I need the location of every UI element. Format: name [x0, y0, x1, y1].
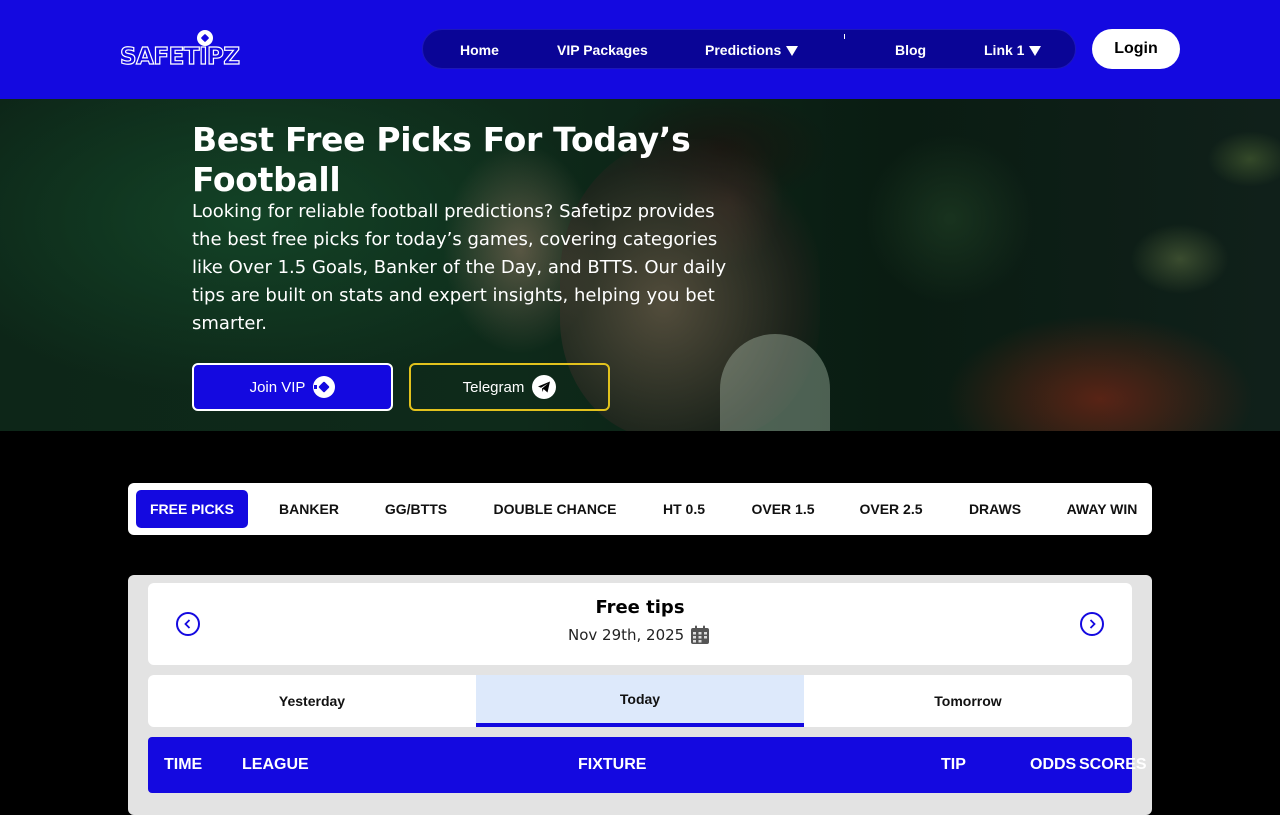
tab-double-chance[interactable]: DOUBLE CHANCE — [488, 490, 622, 528]
chevron-right-icon — [1089, 619, 1096, 629]
column-league: LEAGUE — [242, 756, 309, 773]
tab-free-picks[interactable]: FREE PICKS — [136, 490, 248, 528]
tab-today[interactable]: Today — [476, 675, 804, 727]
logo-ball-icon — [197, 30, 213, 46]
login-button[interactable]: Login — [1092, 29, 1180, 69]
nav-blog[interactable]: Blog — [895, 30, 926, 70]
hero-title: Best Free Picks For Today’s Football — [192, 120, 691, 199]
nav-divider — [844, 34, 845, 39]
tab-draws[interactable]: DRAWS — [960, 490, 1030, 528]
column-time: TIME — [164, 756, 203, 773]
join-vip-button[interactable]: Join VIP — [192, 363, 393, 411]
nav-vip-packages[interactable]: VIP Packages — [557, 30, 648, 70]
selected-date: Nov 29th, 2025 — [568, 626, 685, 644]
chevron-left-icon — [184, 619, 191, 629]
tab-over-25[interactable]: OVER 2.5 — [850, 490, 932, 528]
column-scores: SCORES — [1079, 756, 1147, 773]
tab-away-win[interactable]: AWAY WIN — [1058, 490, 1146, 528]
caret-down-icon — [786, 46, 799, 56]
nav-link-1[interactable]: Link 1 — [984, 30, 1042, 70]
tab-banker[interactable]: BANKER — [268, 490, 350, 528]
telegram-icon — [532, 375, 557, 399]
telegram-button[interactable]: Telegram — [409, 363, 610, 411]
nav-predictions[interactable]: Predictions — [705, 30, 799, 70]
telegram-label: Telegram — [462, 378, 525, 396]
tab-yesterday[interactable]: Yesterday — [148, 675, 476, 727]
table-header: TIME LEAGUE FIXTURE TIP ODDS SCORES — [148, 737, 1147, 793]
soccer-ball-icon — [313, 376, 341, 398]
caret-down-icon — [1029, 46, 1042, 56]
nav-link-1-label: Link 1 — [984, 42, 1025, 58]
tab-tomorrow[interactable]: Tomorrow — [804, 675, 1132, 727]
logo-text: SAFETIPZ — [119, 43, 240, 70]
tab-ht-05[interactable]: HT 0.5 — [652, 490, 716, 528]
column-odds: ODDS — [1030, 756, 1077, 773]
nav-predictions-label: Predictions — [705, 42, 782, 58]
tab-over-15[interactable]: OVER 1.5 — [744, 490, 822, 528]
column-fixture: FIXTURE — [578, 756, 647, 773]
join-vip-label: Join VIP — [249, 378, 306, 396]
tab-gg-btts[interactable]: GG/BTTS — [374, 490, 458, 528]
hero-description: Looking for reliable football prediction… — [192, 201, 727, 334]
main-nav: Home VIP Packages Predictions Blog Link … — [422, 29, 1076, 69]
column-tip: TIP — [941, 756, 966, 773]
nav-home[interactable]: Home — [460, 30, 499, 70]
safetipz-logo[interactable]: SAFETIPZ — [119, 30, 244, 72]
calendar-icon[interactable] — [690, 625, 710, 645]
date-card — [148, 583, 1132, 665]
panel-title: Free tips — [595, 597, 685, 618]
site-header: SAFETIPZ Home VIP Packages Predictions B… — [0, 0, 1280, 99]
day-tabs: Yesterday Today Tomorrow — [148, 675, 1132, 727]
category-tabs: FREE PICKS BANKER GG/BTTS DOUBLE CHANCE … — [128, 483, 1152, 535]
